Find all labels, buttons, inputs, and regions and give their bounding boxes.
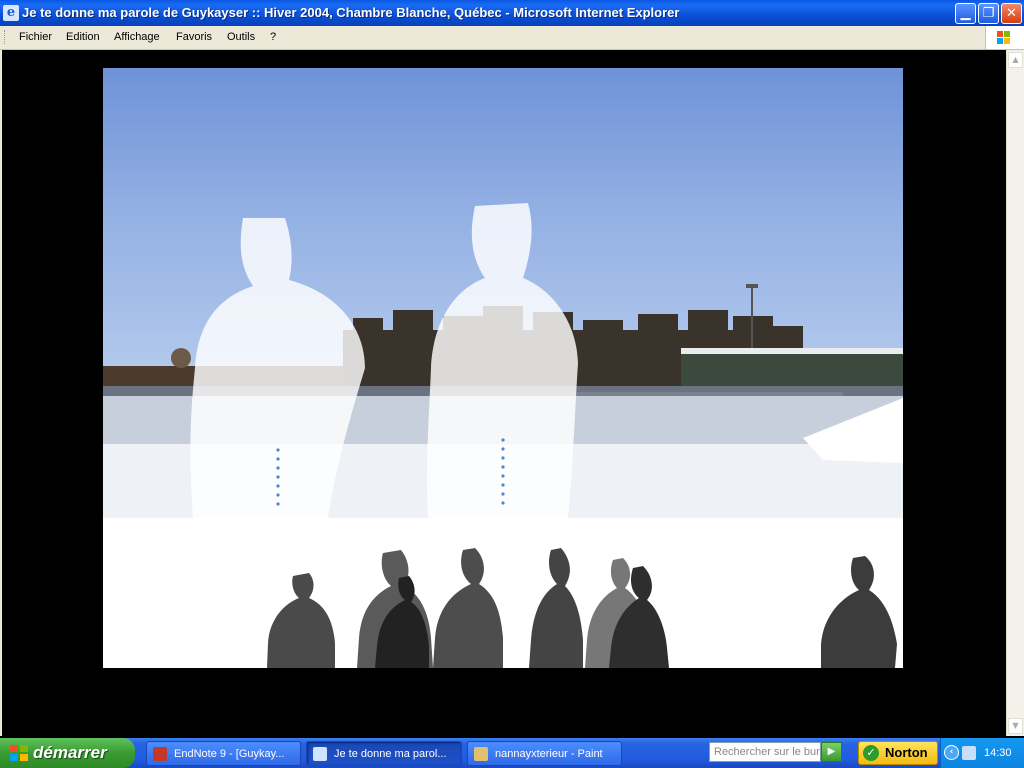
- scroll-down-button[interactable]: ▼: [1008, 718, 1023, 734]
- dark-silhouette-4: [433, 548, 503, 668]
- warehouse: [681, 350, 903, 390]
- ie-icon: [313, 747, 327, 761]
- task-endnote[interactable]: EndNote 9 - [Guykay...: [146, 741, 301, 766]
- menu-outils[interactable]: Outils: [227, 29, 255, 45]
- endnote-icon: [153, 747, 167, 761]
- title-bar[interactable]: e Je te donne ma parole de Guykayser :: …: [0, 0, 1024, 26]
- norton-button[interactable]: ✓ Norton: [858, 741, 938, 765]
- toolbar-grip[interactable]: [4, 30, 7, 44]
- dark-silhouette-1: [267, 573, 335, 668]
- restore-button[interactable]: ❐: [978, 3, 999, 24]
- start-button[interactable]: démarrer: [0, 738, 135, 768]
- show-hidden-icons-button[interactable]: ‹: [944, 745, 959, 760]
- clock[interactable]: 14:30: [984, 738, 1012, 768]
- window-title: Je te donne ma parole de Guykayser :: Hi…: [22, 5, 680, 20]
- menu-edition[interactable]: Edition: [66, 29, 100, 45]
- desktop-search-input[interactable]: Rechercher sur le bur: [709, 742, 821, 762]
- scene-illustration: [103, 203, 903, 668]
- menu-fichier[interactable]: Fichier: [19, 29, 52, 45]
- norton-check-icon: ✓: [863, 745, 879, 761]
- light-pole: [751, 286, 753, 348]
- start-label: démarrer: [33, 743, 107, 762]
- task-internet-explorer[interactable]: Je te donne ma parol...: [306, 741, 462, 766]
- menu-affichage[interactable]: Affichage: [114, 29, 160, 45]
- taskbar: démarrer EndNote 9 - [Guykay... Je te do…: [0, 738, 1024, 768]
- system-tray: ‹ 14:30: [940, 738, 1024, 768]
- windows-flag-icon: [10, 745, 28, 761]
- close-button[interactable]: ✕: [1001, 3, 1022, 24]
- scroll-up-button[interactable]: ▲: [1008, 52, 1023, 68]
- task-label-ie: Je te donne ma parol...: [334, 748, 447, 760]
- menu-help[interactable]: ?: [270, 29, 276, 45]
- task-paint[interactable]: nannayxterieur - Paint: [467, 741, 622, 766]
- minimize-button[interactable]: ▁: [955, 3, 976, 24]
- dark-silhouette-5: [529, 548, 583, 668]
- windows-logo-icon: [985, 26, 1024, 49]
- artwork-image: [103, 68, 903, 668]
- ie-window: e Je te donne ma parole de Guykayser :: …: [0, 0, 1024, 738]
- vertical-scrollbar[interactable]: ▲ ▼: [1006, 50, 1024, 736]
- menu-favoris[interactable]: Favoris: [176, 29, 212, 45]
- task-label-paint: nannayxterieur - Paint: [495, 748, 603, 760]
- dark-silhouette-8: [821, 556, 897, 668]
- paint-icon: [474, 747, 488, 761]
- network-icon[interactable]: [962, 746, 976, 760]
- ghost-silhouette-right: [426, 203, 578, 518]
- task-label-endnote: EndNote 9 - [Guykay...: [174, 748, 285, 760]
- menu-bar: Fichier Edition Affichage Favoris Outils…: [0, 26, 1024, 50]
- norton-label: Norton: [885, 745, 928, 760]
- search-go-button[interactable]: ▶: [821, 742, 842, 762]
- ie-icon: e: [3, 5, 19, 21]
